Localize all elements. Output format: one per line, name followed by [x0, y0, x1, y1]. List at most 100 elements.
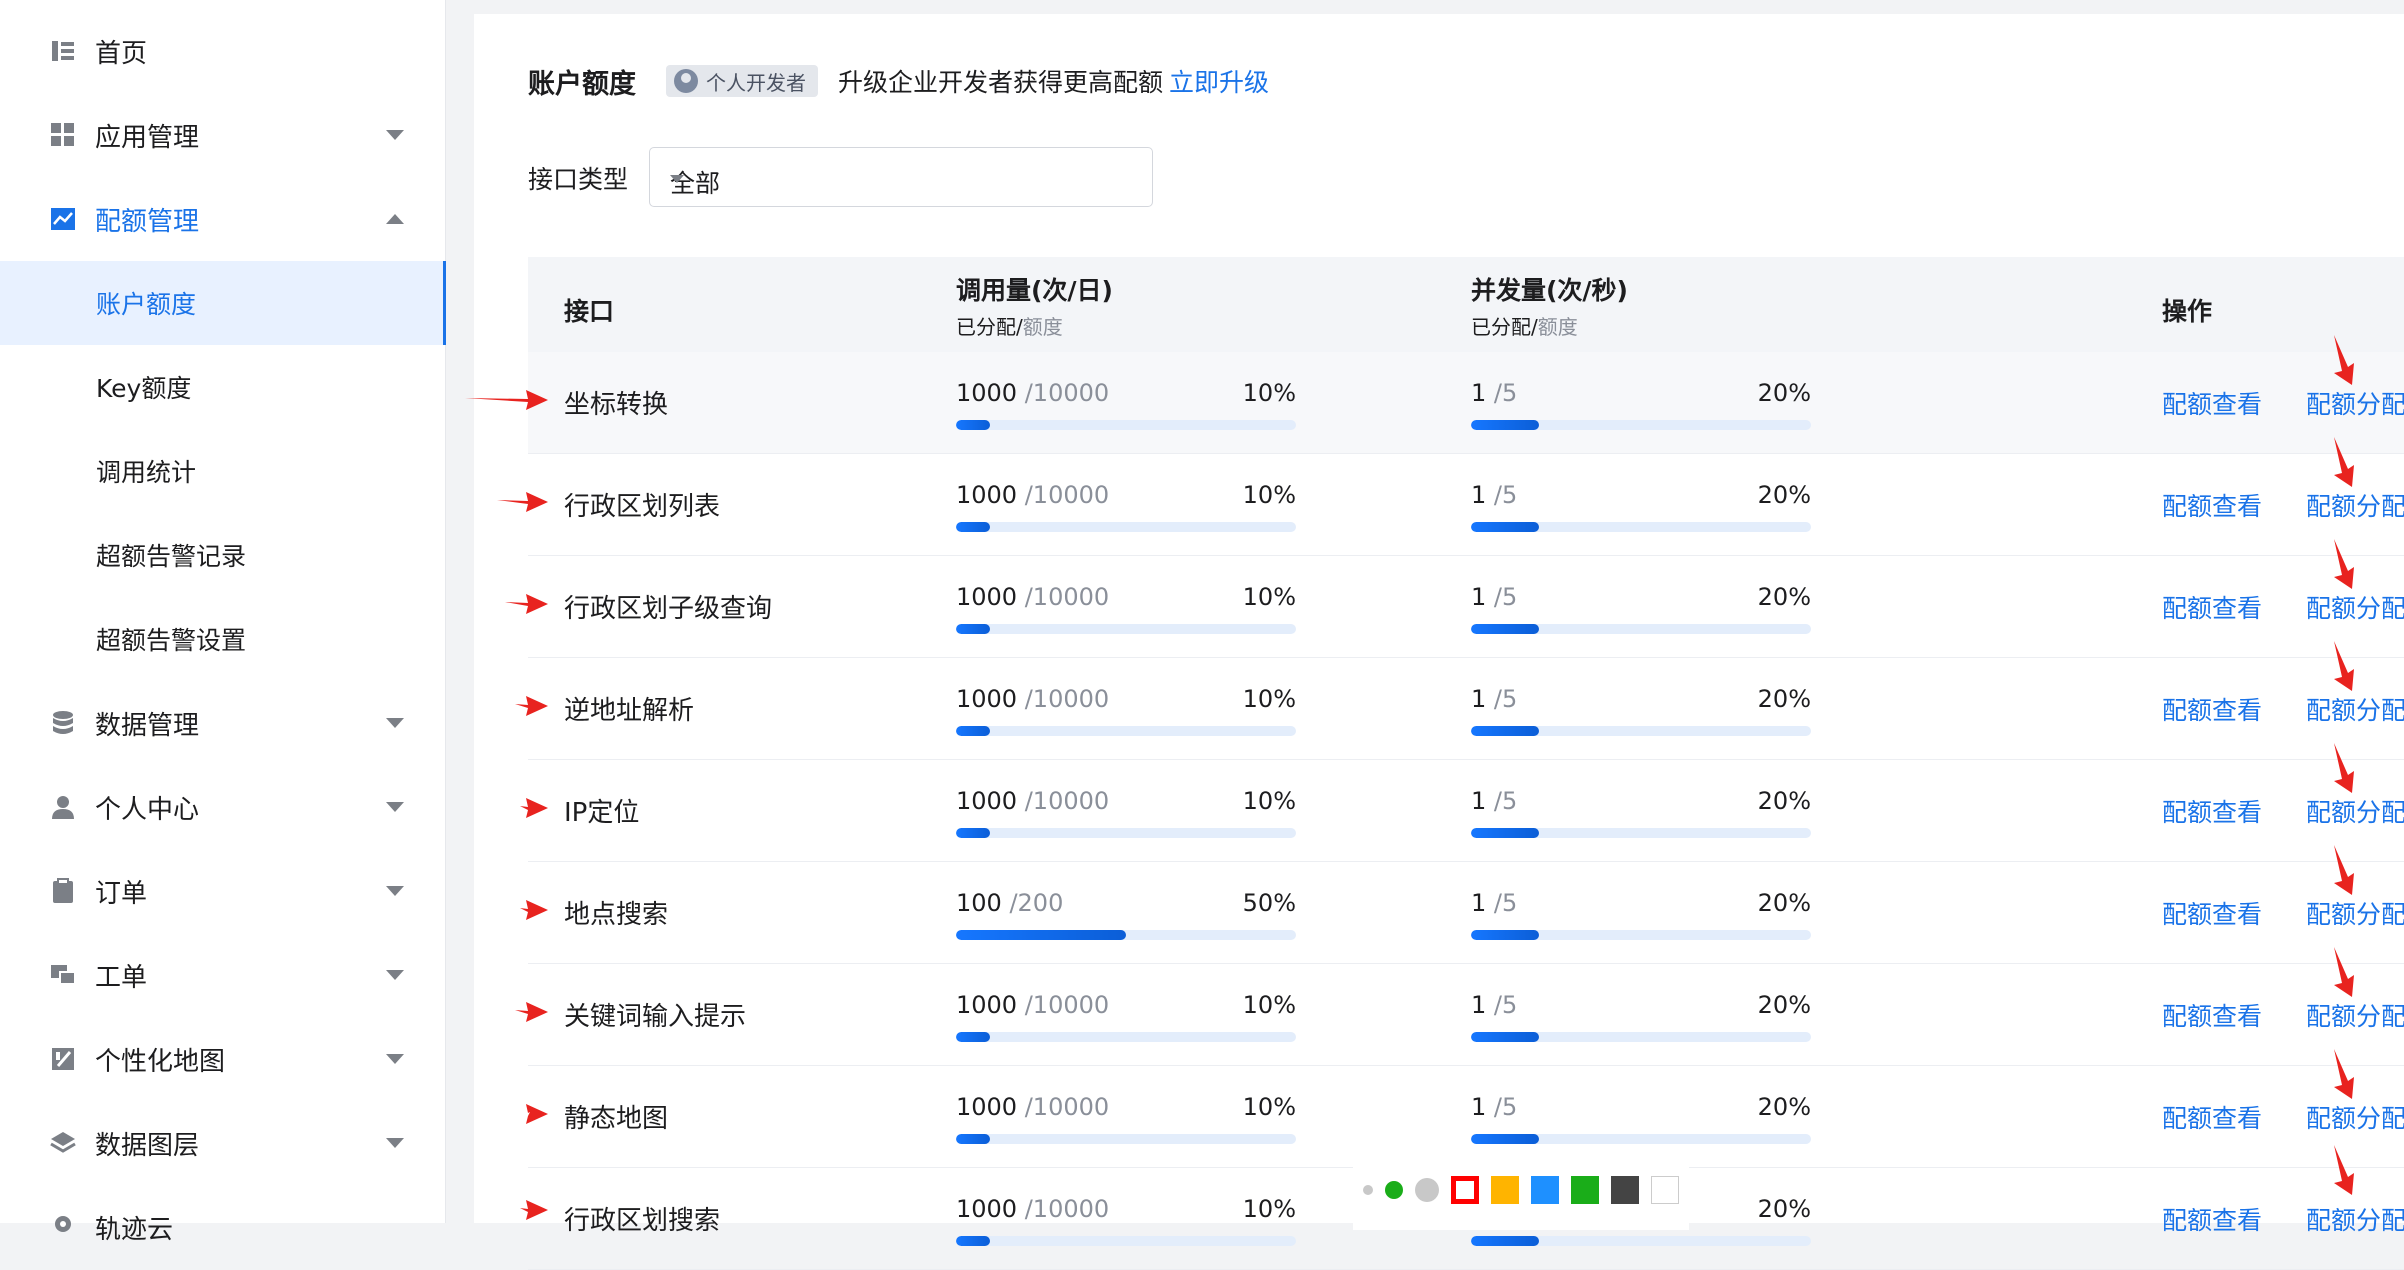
table-row: 关键词输入提示 1000 /10000 10% 1 /5 20% 配额查看 配额分配 [528, 964, 2404, 1066]
quota-assign-link[interactable]: 配额分配 [2306, 895, 2404, 931]
quota-view-link[interactable]: 配额查看 [2162, 385, 2262, 421]
quota-view-link[interactable]: 配额查看 [2162, 589, 2262, 625]
calls-value: 1000 /10000 [956, 1195, 1110, 1223]
concurrency-progress-bar [1471, 624, 1811, 634]
chevron-down-icon [386, 802, 404, 812]
green-dot-tool[interactable] [1385, 1181, 1403, 1199]
calls-progress-bar [956, 522, 1296, 532]
sidebar-subitem-alert-settings[interactable]: 超额告警设置 [0, 597, 446, 681]
column-header-api: 接口 [564, 297, 615, 326]
sidebar-item-custom-map[interactable]: 个性化地图 [0, 1017, 446, 1101]
concurrency-progress-fill [1471, 1236, 1539, 1246]
quota-view-link[interactable]: 配额查看 [2162, 895, 2262, 931]
sidebar-item-data-management[interactable]: 数据管理 [0, 681, 446, 765]
concurrency-progress-fill [1471, 726, 1539, 736]
sidebar-item-home[interactable]: 首页 [0, 9, 446, 93]
quota-view-link[interactable]: 配额查看 [2162, 793, 2262, 829]
calls-value: 1000 /10000 [956, 991, 1110, 1019]
column-subheader-calls: 已分配/额度 [956, 315, 1063, 339]
calls-progress-fill [956, 624, 990, 634]
concurrency-value: 1 /5 [1471, 379, 1518, 407]
sidebar-item-orders[interactable]: 订单 [0, 849, 446, 933]
quota-view-link[interactable]: 配额查看 [2162, 1099, 2262, 1135]
large-dot-tool[interactable] [1415, 1178, 1439, 1202]
sidebar-item-data-layers[interactable]: 数据图层 [0, 1101, 446, 1185]
main-panel: 账户额度 个人开发者 升级企业开发者获得更高配额 立即升级 接口类型 全部 接口… [474, 14, 2404, 1270]
chevron-down-icon [386, 718, 404, 728]
calls-percent: 10% [1242, 1195, 1296, 1223]
sidebar-subitem-label: Key额度 [96, 374, 192, 403]
concurrency-percent: 20% [1757, 379, 1811, 407]
calls-percent: 10% [1242, 685, 1296, 713]
column-header-calls: 调用量(次/日) [956, 276, 1113, 305]
api-type-label: 接口类型 [528, 165, 629, 194]
calls-percent: 10% [1242, 991, 1296, 1019]
location-pin-icon [50, 1214, 76, 1240]
api-name: 行政区划搜索 [564, 1206, 721, 1236]
caret-down-icon [670, 175, 684, 183]
page-title: 账户额度 [528, 68, 636, 100]
blue-color-swatch[interactable] [1531, 1176, 1559, 1204]
quota-assign-link[interactable]: 配额分配 [2306, 589, 2404, 625]
sidebar-subitem-key-quota[interactable]: Key额度 [0, 345, 446, 429]
quota-assign-link[interactable]: 配额分配 [2306, 997, 2404, 1033]
calls-progress-fill [956, 420, 990, 430]
quota-assign-link[interactable]: 配额分配 [2306, 793, 2404, 829]
database-icon [50, 710, 76, 736]
concurrency-progress-bar [1471, 1134, 1811, 1144]
red-color-swatch[interactable] [1451, 1176, 1479, 1204]
white-color-swatch[interactable] [1651, 1176, 1679, 1204]
sidebar-subitem-account-quota[interactable]: 账户额度 [0, 261, 446, 345]
home-list-icon [50, 38, 76, 64]
chevron-up-icon [386, 214, 404, 224]
quota-assign-link[interactable]: 配额分配 [2306, 385, 2404, 421]
table-row: 地点搜索 100 /200 50% 1 /5 20% 配额查看 配额分配 [528, 862, 2404, 964]
concurrency-progress-bar [1471, 1236, 1811, 1246]
quota-assign-link[interactable]: 配额分配 [2306, 1201, 2404, 1237]
chevron-down-icon [386, 970, 404, 980]
small-dot-tool[interactable] [1363, 1185, 1373, 1195]
quota-view-link[interactable]: 配额查看 [2162, 691, 2262, 727]
chart-quota-icon [50, 206, 76, 232]
chevron-down-icon [386, 886, 404, 896]
quota-assign-link[interactable]: 配额分配 [2306, 1099, 2404, 1135]
dark-color-swatch[interactable] [1611, 1176, 1639, 1204]
api-name: 逆地址解析 [564, 696, 695, 726]
calls-value: 1000 /10000 [956, 379, 1110, 407]
api-name: 坐标转换 [564, 390, 669, 420]
calls-progress-bar [956, 1236, 1296, 1246]
sidebar-item-quota-management[interactable]: 配额管理 [0, 177, 446, 261]
yellow-color-swatch[interactable] [1491, 1176, 1519, 1204]
green-color-swatch[interactable] [1571, 1176, 1599, 1204]
sidebar-item-label: 应用管理 [95, 122, 200, 153]
calls-progress-bar [956, 624, 1296, 634]
calls-progress-bar [956, 1134, 1296, 1144]
developer-avatar-icon [674, 69, 698, 93]
upgrade-hint: 升级企业开发者获得更高配额 [838, 68, 1164, 97]
sidebar-subitem-alert-records[interactable]: 超额告警记录 [0, 513, 446, 597]
calls-progress-fill [956, 522, 990, 532]
calls-value: 1000 /10000 [956, 1093, 1110, 1121]
sidebar-item-track-cloud[interactable]: 轨迹云 [0, 1185, 446, 1269]
calls-progress-bar [956, 1032, 1296, 1042]
calls-progress-bar [956, 420, 1296, 430]
sidebar-item-tickets[interactable]: 工单 [0, 933, 446, 1017]
sidebar-item-label: 首页 [95, 38, 148, 69]
api-name: IP定位 [564, 798, 640, 828]
sidebar-subitem-call-stats[interactable]: 调用统计 [0, 429, 446, 513]
quota-view-link[interactable]: 配额查看 [2162, 487, 2262, 523]
concurrency-value: 1 /5 [1471, 889, 1518, 917]
concurrency-value: 1 /5 [1471, 685, 1518, 713]
quota-view-link[interactable]: 配额查看 [2162, 997, 2262, 1033]
quota-assign-link[interactable]: 配额分配 [2306, 487, 2404, 523]
sidebar-item-personal-center[interactable]: 个人中心 [0, 765, 446, 849]
chevron-down-icon [386, 1138, 404, 1148]
upgrade-link[interactable]: 立即升级 [1169, 63, 1269, 99]
column-header-concurrency: 并发量(次/秒) [1471, 276, 1628, 305]
api-type-select[interactable]: 全部 [649, 147, 1153, 207]
quota-view-link[interactable]: 配额查看 [2162, 1201, 2262, 1237]
sidebar-item-app-management[interactable]: 应用管理 [0, 93, 446, 177]
quota-assign-link[interactable]: 配额分配 [2306, 691, 2404, 727]
concurrency-percent: 20% [1757, 889, 1811, 917]
sidebar-item-label: 轨迹云 [95, 1214, 174, 1245]
